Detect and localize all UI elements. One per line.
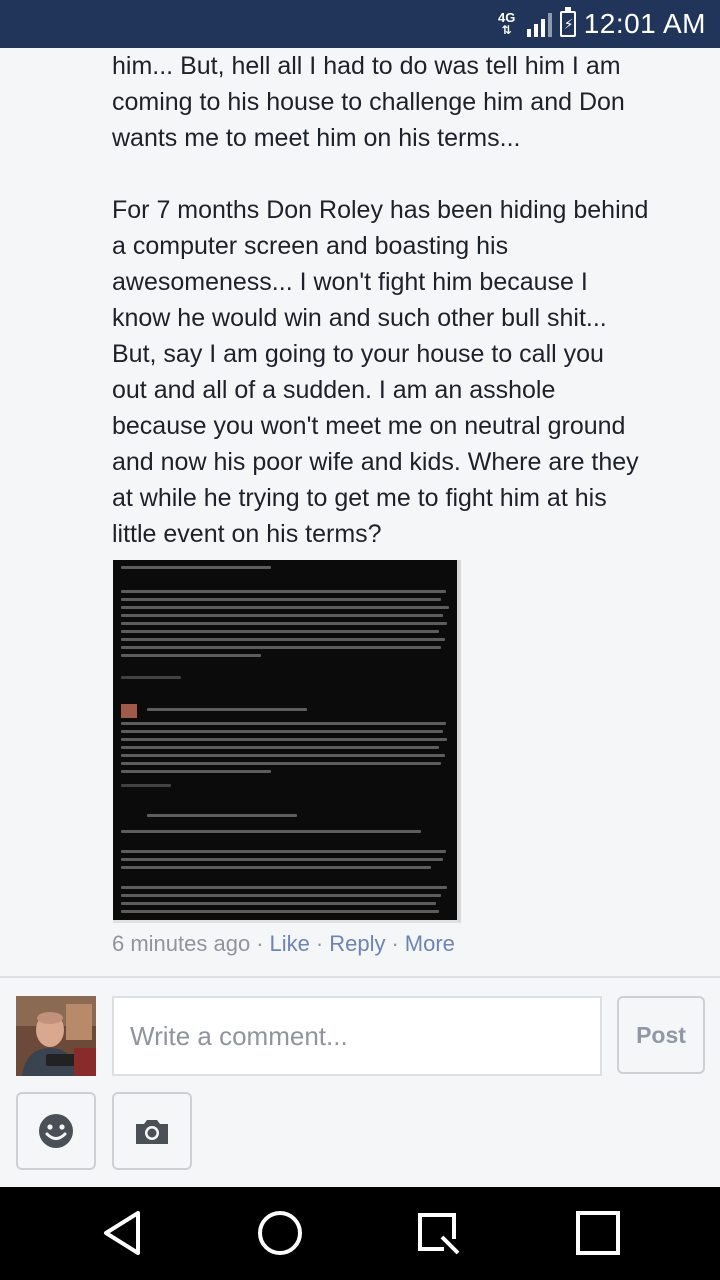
battery-charging-icon: ⚡ (559, 7, 576, 37)
status-bar: 4G ⇅ ⚡ 12:01 AM (0, 0, 720, 48)
clock: 12:01 AM (583, 8, 706, 39)
comment-input[interactable] (112, 996, 602, 1076)
smiley-icon (39, 1114, 73, 1148)
separator-dot: · (391, 931, 399, 956)
recent-apps-button[interactable] (406, 1203, 470, 1263)
comment-timestamp: 6 minutes ago (112, 931, 251, 956)
overview-icon (576, 1211, 620, 1255)
android-nav-bar (0, 1187, 720, 1280)
home-icon (258, 1211, 302, 1255)
back-button[interactable] (90, 1203, 154, 1263)
signal-strength-icon (526, 11, 552, 37)
status-icons: 4G ⇅ ⚡ 12:01 AM (495, 7, 706, 40)
camera-icon (136, 1120, 168, 1144)
user-avatar (16, 996, 96, 1076)
separator-dot: · (315, 931, 324, 956)
separator-dot: · (256, 931, 264, 956)
more-link[interactable]: More (405, 928, 455, 960)
camera-button[interactable] (112, 1092, 192, 1170)
comment-meta-row: 6 minutes ago · Like · Reply · More (112, 928, 455, 960)
recent-apps-icon (418, 1213, 460, 1255)
overview-button[interactable] (566, 1203, 630, 1263)
emoji-button[interactable] (16, 1092, 96, 1170)
reply-link[interactable]: Reply (329, 928, 385, 960)
post-button[interactable]: Post (617, 996, 705, 1074)
back-icon (104, 1211, 140, 1255)
like-link[interactable]: Like (270, 928, 310, 960)
comment-text: him... But, hell all I had to do was tel… (112, 52, 649, 548)
home-button[interactable] (248, 1203, 312, 1263)
network-4g-icon: 4G ⇅ (495, 11, 519, 36)
comment-composer: Post (0, 976, 720, 1190)
attached-screenshot-image[interactable] (113, 560, 461, 923)
